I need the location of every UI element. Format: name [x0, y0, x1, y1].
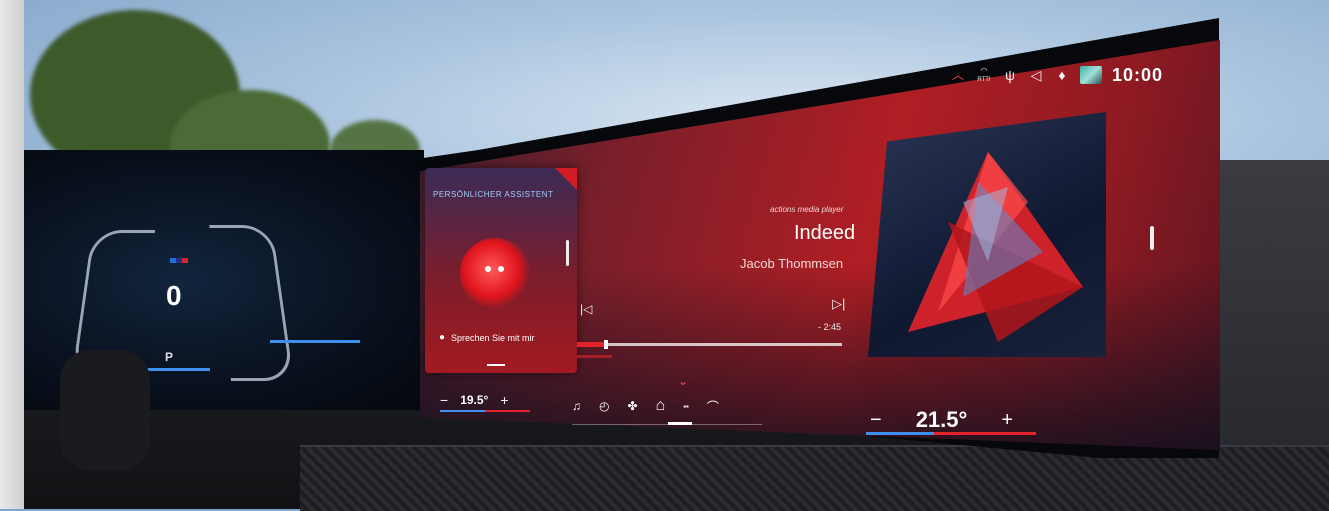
next-track-button[interactable]: ▷|: [832, 296, 845, 312]
progress-knob[interactable]: [603, 340, 608, 349]
charging-icon[interactable]: ψ: [1002, 67, 1018, 83]
avatar-eye: [498, 266, 504, 272]
personal-assistant-card[interactable]: PERSÖNLICHER ASSISTENT ● Sprechen Sie mi…: [425, 168, 577, 373]
panel-handle[interactable]: [1150, 226, 1154, 250]
scroll-indicator[interactable]: [566, 240, 569, 266]
profile-thumbnail[interactable]: [1080, 66, 1102, 84]
left-temp-increase-button[interactable]: +: [500, 392, 508, 408]
volume-icon[interactable]: ◁: [1028, 67, 1044, 83]
m-logo: [170, 258, 188, 263]
track-artist: Jacob Thommsen: [740, 256, 844, 271]
bottom-navigation: ♫ ◴ ✤ ⌂ ▪▪ ⌒: [572, 392, 762, 420]
speed-icon[interactable]: ◴: [599, 399, 609, 413]
right-temp-bar: [866, 432, 1036, 435]
page-indicator: [487, 364, 505, 366]
assistant-title: PERSÖNLICHER ASSISTENT: [433, 190, 554, 199]
image-frame-edge: [0, 0, 24, 509]
left-temp-decrease-button[interactable]: −: [440, 392, 448, 408]
speed-readout: 0: [166, 280, 182, 311]
cluster-accent-bar: [140, 368, 210, 371]
clock: 10:00: [1112, 64, 1164, 85]
nav-active-indicator: [668, 422, 692, 425]
home-icon[interactable]: ⌂: [656, 397, 666, 415]
signal-icon[interactable]: ◠ RTTI: [976, 67, 992, 84]
chevron-down-icon[interactable]: ⌄: [678, 374, 688, 388]
time-remaining: - 2:45: [818, 322, 842, 332]
nav-divider: [572, 424, 762, 425]
card-corner-accent: [555, 168, 577, 190]
apps-icon[interactable]: ▪▪: [683, 402, 689, 411]
album-art[interactable]: [868, 112, 1106, 357]
left-temp-bar: [440, 410, 530, 412]
right-temp-increase-button[interactable]: +: [1001, 409, 1013, 432]
album-art-graphic: [908, 152, 1083, 342]
previous-track-button[interactable]: |◁: [580, 302, 592, 316]
right-temp-decrease-button[interactable]: −: [870, 409, 882, 432]
fan-icon[interactable]: ✤: [627, 399, 637, 413]
assistant-prompt: Sprechen Sie mit mir: [451, 333, 535, 343]
left-climate-control: − 19.5° +: [440, 388, 530, 412]
microphone-icon[interactable]: ♦: [1054, 67, 1070, 83]
phone-icon[interactable]: ⌒: [707, 398, 719, 415]
progress-reflection: [577, 355, 612, 358]
progress-bar[interactable]: [577, 340, 842, 349]
progress-fill: [577, 342, 604, 347]
status-bar: ︿ ◠ RTTI ψ ◁ ♦ 10:00: [950, 58, 1180, 92]
microphone-icon[interactable]: ●: [439, 332, 445, 343]
right-temp-value: 21.5°: [915, 407, 968, 432]
left-temp-value: 19.5°: [460, 393, 489, 407]
track-title: Indeed: [794, 222, 856, 244]
cluster-accent-bar: [270, 340, 360, 343]
avatar-eye: [485, 266, 491, 272]
assistant-avatar: [460, 238, 530, 308]
rtti-label: RTTI: [977, 77, 991, 83]
music-icon[interactable]: ♫: [572, 399, 581, 413]
gear-indicator: P: [165, 350, 174, 364]
chevron-up-icon[interactable]: ︿: [950, 67, 966, 83]
media-source: actions media player: [770, 205, 844, 214]
steering-column: [60, 350, 150, 470]
